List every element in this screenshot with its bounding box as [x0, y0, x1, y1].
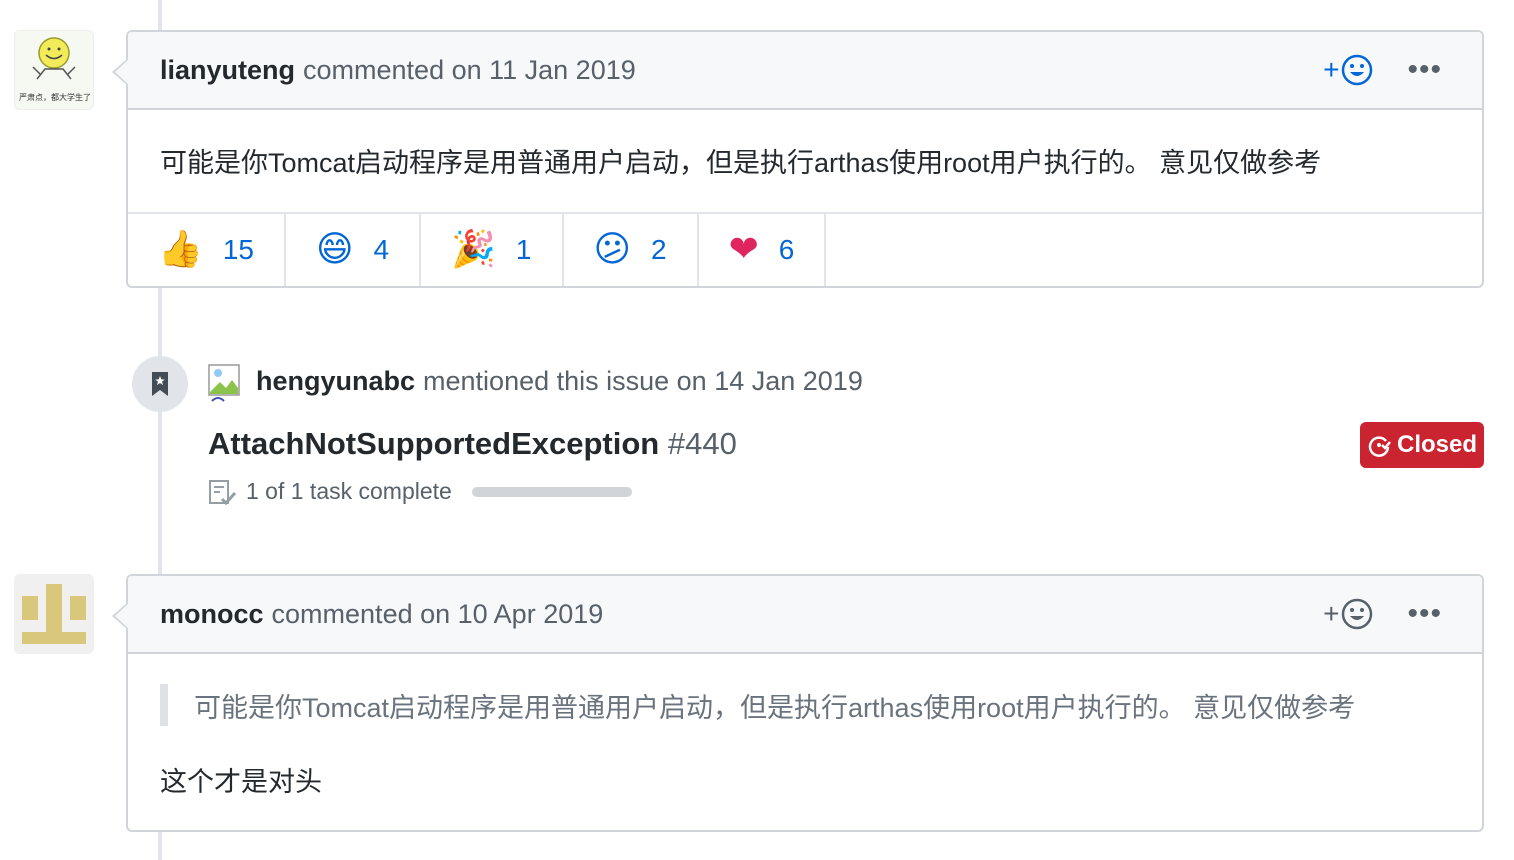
comment-body: 可能是你Tomcat启动程序是用普通用户启动，但是执行arthas使用root用… [160, 147, 1322, 178]
bookmark-icon [152, 372, 168, 396]
plus-label: + [1323, 54, 1340, 85]
thumbs-up-icon: 👍 [158, 229, 203, 270]
comment-header: lianyuteng commented on 11 Jan 2019 + ••… [128, 32, 1482, 110]
add-reaction-button[interactable]: + [1323, 598, 1373, 630]
heart-icon: ❤ [728, 229, 759, 270]
comment-body: 这个才是对头 [160, 767, 322, 797]
event-text[interactable]: mentioned this issue on 14 Jan 2019 [423, 366, 863, 397]
identicon-avatar-image [14, 574, 94, 654]
checklist-icon [209, 479, 237, 505]
comment-header: monocc commented on 10 Apr 2019 + ••• [128, 576, 1482, 654]
comment-actions: + ••• [1323, 54, 1442, 86]
comment-timestamp[interactable]: commented on 10 Apr 2019 [272, 599, 604, 630]
kebab-menu-icon[interactable]: ••• [1407, 55, 1442, 85]
avatar-caption: 严肃点，都大学生了 [19, 93, 91, 102]
laugh-icon: 😄 [315, 229, 354, 270]
task-progress: 1 of 1 task complete [208, 478, 632, 505]
plus-label: + [1323, 598, 1340, 629]
kebab-menu-icon[interactable]: ••• [1407, 599, 1442, 629]
closed-status-label: Closed [1396, 431, 1477, 458]
reaction-thumbs-up[interactable]: 👍 15 [128, 214, 286, 286]
referenced-issue-name[interactable]: AttachNotSupportedException [208, 426, 659, 461]
quoted-reply: 可能是你Tomcat启动程序是用普通用户启动，但是执行arthas使用root用… [160, 684, 1482, 726]
reaction-heart[interactable]: ❤ 6 [699, 214, 827, 286]
issue-closed-icon [1368, 436, 1391, 457]
hooray-icon: 🎉 [451, 229, 496, 270]
reaction-count: 4 [373, 234, 390, 265]
mention-event: hengyunabc mentioned this issue on 14 Ja… [208, 364, 863, 402]
reaction-count: 1 [515, 234, 532, 265]
reaction-confused[interactable]: 😕 2 [564, 214, 699, 286]
comment-author[interactable]: monocc [160, 599, 264, 630]
comment: monocc commented on 10 Apr 2019 + ••• 可能… [112, 574, 1484, 832]
comment-author[interactable]: lianyuteng [160, 55, 295, 86]
reactions-bar: 👍 15 😄 4 🎉 1 😕 2 ❤ 6 [128, 212, 1482, 286]
comment: lianyuteng commented on 11 Jan 2019 + ••… [112, 30, 1484, 288]
referenced-issue-number[interactable]: #440 [668, 426, 737, 461]
task-progress-bar [471, 486, 632, 497]
smiley-icon [1342, 54, 1373, 86]
task-progress-text: 1 of 1 task complete [246, 478, 452, 504]
reaction-count: 2 [651, 234, 667, 265]
comment-actions: + ••• [1323, 598, 1442, 630]
closed-status-badge: Closed [1360, 422, 1484, 468]
issue-timeline: 严肃点，都大学生了 lianyuteng commented on 11 Jan… [0, 0, 1514, 860]
event-actor[interactable]: hengyunabc [256, 366, 415, 397]
avatar[interactable] [14, 574, 94, 654]
comment-timestamp[interactable]: commented on 11 Jan 2019 [303, 55, 636, 86]
reaction-laugh[interactable]: 😄 4 [286, 214, 422, 286]
referenced-issue-title[interactable]: AttachNotSupportedException #440 [208, 426, 737, 462]
add-reaction-button[interactable]: + [1323, 54, 1373, 86]
reaction-count: 15 [222, 234, 254, 265]
avatar[interactable]: 严肃点，都大学生了 [14, 30, 94, 110]
broken-image-avatar-icon[interactable] [208, 364, 242, 402]
reaction-hooray[interactable]: 🎉 1 [421, 214, 564, 286]
confused-icon: 😕 [593, 229, 632, 270]
reaction-count: 6 [778, 234, 795, 265]
smiley-icon [1342, 598, 1373, 630]
bookmark-event-badge [132, 356, 188, 412]
